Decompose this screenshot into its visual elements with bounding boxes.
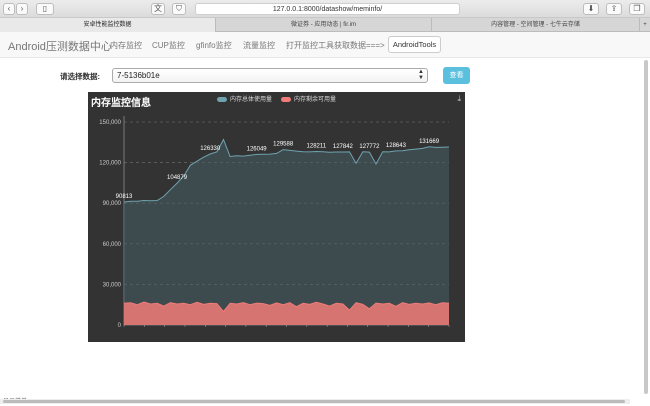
select-arrows-icon: ▲ ▼ — [418, 69, 424, 81]
data-label: 129588 — [273, 142, 294, 148]
chart-title: 内存监控信息 — [91, 98, 151, 109]
tabs-icon: ❐ — [633, 4, 641, 13]
tab-android-monitor[interactable]: 安卓性能监控数据 — [0, 18, 216, 32]
data-label: 131669 — [419, 139, 440, 145]
forward-button[interactable]: › — [16, 3, 28, 15]
series-area-0 — [124, 139, 449, 325]
data-select[interactable]: 7-5136b01e ▲ ▼ — [112, 68, 428, 83]
data-label: 126330 — [200, 146, 221, 152]
nav-memory[interactable]: 内存监控 — [110, 40, 142, 51]
data-label: 127842 — [333, 144, 354, 150]
browser-toolbar: ‹ › ▯ 文 ⛉ 127.0.0.1:8000/datashow/meminf… — [0, 0, 650, 18]
share-button[interactable]: ⇪ — [606, 3, 622, 15]
tab-bar: 安卓性能监控数据 微证券 - 应用动态 | fir.im 内容管理 - 空间管理… — [0, 18, 650, 32]
series-area-1 — [124, 302, 449, 325]
legend-marker-free — [281, 96, 291, 102]
y-tick-label: 150,000 — [99, 120, 121, 126]
horizontal-scrollbar[interactable] — [0, 399, 630, 404]
y-tick-label: 30,000 — [103, 282, 122, 288]
sidebar-icon: ▯ — [42, 4, 48, 13]
tab-qiniu[interactable]: 内容管理 - 空间管理 - 七牛云存储 — [432, 18, 640, 32]
chevron-left-icon: ‹ — [7, 4, 11, 13]
y-tick-label: 90,000 — [103, 201, 122, 207]
download-chart-icon[interactable]: ⤓ — [457, 94, 461, 104]
query-button[interactable]: 查看 — [443, 67, 470, 84]
android-tools-button[interactable]: AndroidTools — [388, 36, 441, 53]
tab-fir[interactable]: 微证券 - 应用动态 | fir.im — [216, 18, 432, 32]
nav-gfxinfo[interactable]: gfinfo监控 — [196, 40, 232, 51]
legend-item-free[interactable]: 内存剩余可用量 — [281, 94, 336, 103]
download-button[interactable]: ⬇ — [583, 3, 599, 15]
shield-button[interactable]: ⛉ — [172, 3, 186, 15]
app-navbar: Android压测数据中心 内存监控 CUP监控 gfinfo监控 流量监控 打… — [0, 32, 650, 58]
select-value: 7-5136b01e — [117, 71, 160, 80]
brand[interactable]: Android压测数据中心 — [8, 38, 112, 54]
plus-icon: + — [643, 22, 647, 28]
chevron-right-icon: › — [20, 4, 24, 13]
select-label: 请选择数据: — [60, 72, 100, 81]
data-label: 90813 — [116, 194, 133, 200]
data-label: 128211 — [307, 143, 327, 149]
data-label: 126049 — [247, 146, 268, 152]
share-icon: ⇪ — [610, 4, 618, 13]
y-tick-label: 0 — [118, 323, 122, 329]
shield-icon: ⛉ — [176, 4, 182, 13]
back-button[interactable]: ‹ — [3, 3, 15, 15]
url-text: 127.0.0.1:8000/datashow/meminfo/ — [272, 6, 383, 13]
new-tab-button[interactable]: + — [640, 18, 650, 32]
address-bar[interactable]: 127.0.0.1:8000/datashow/meminfo/ — [195, 3, 460, 15]
hscroll-thumb[interactable] — [3, 400, 625, 403]
nav-traffic[interactable]: 流量监控 — [243, 40, 275, 51]
download-icon: ⬇ — [587, 4, 595, 13]
memory-chart: 0 30,000 60,000 90,000 120,000 150,000 90813 10… — [88, 92, 465, 342]
sidebar-button[interactable]: ▯ — [36, 3, 54, 15]
legend-marker-total — [217, 96, 227, 102]
translate-icon: 文 — [154, 4, 162, 13]
y-tick-label: 60,000 — [103, 242, 122, 248]
data-label: 104879 — [167, 175, 188, 181]
data-label: 128643 — [386, 143, 407, 149]
vscroll-thumb[interactable] — [644, 60, 648, 394]
legend-item-total[interactable]: 内存总体使用量 — [217, 94, 272, 103]
nav-open-tool[interactable]: 打开监控工具获取数据===> — [286, 40, 385, 51]
tabs-overview-button[interactable]: ❐ — [629, 3, 645, 15]
vertical-scrollbar[interactable] — [642, 58, 650, 398]
y-tick-label: 120,000 — [99, 161, 121, 167]
nav-cpu[interactable]: CUP监控 — [152, 40, 185, 51]
chart-canvas: 0 30,000 60,000 90,000 120,000 150,000 90813 10… — [99, 116, 450, 329]
translate-button[interactable]: 文 — [151, 3, 165, 15]
data-label: 127772 — [359, 144, 380, 150]
